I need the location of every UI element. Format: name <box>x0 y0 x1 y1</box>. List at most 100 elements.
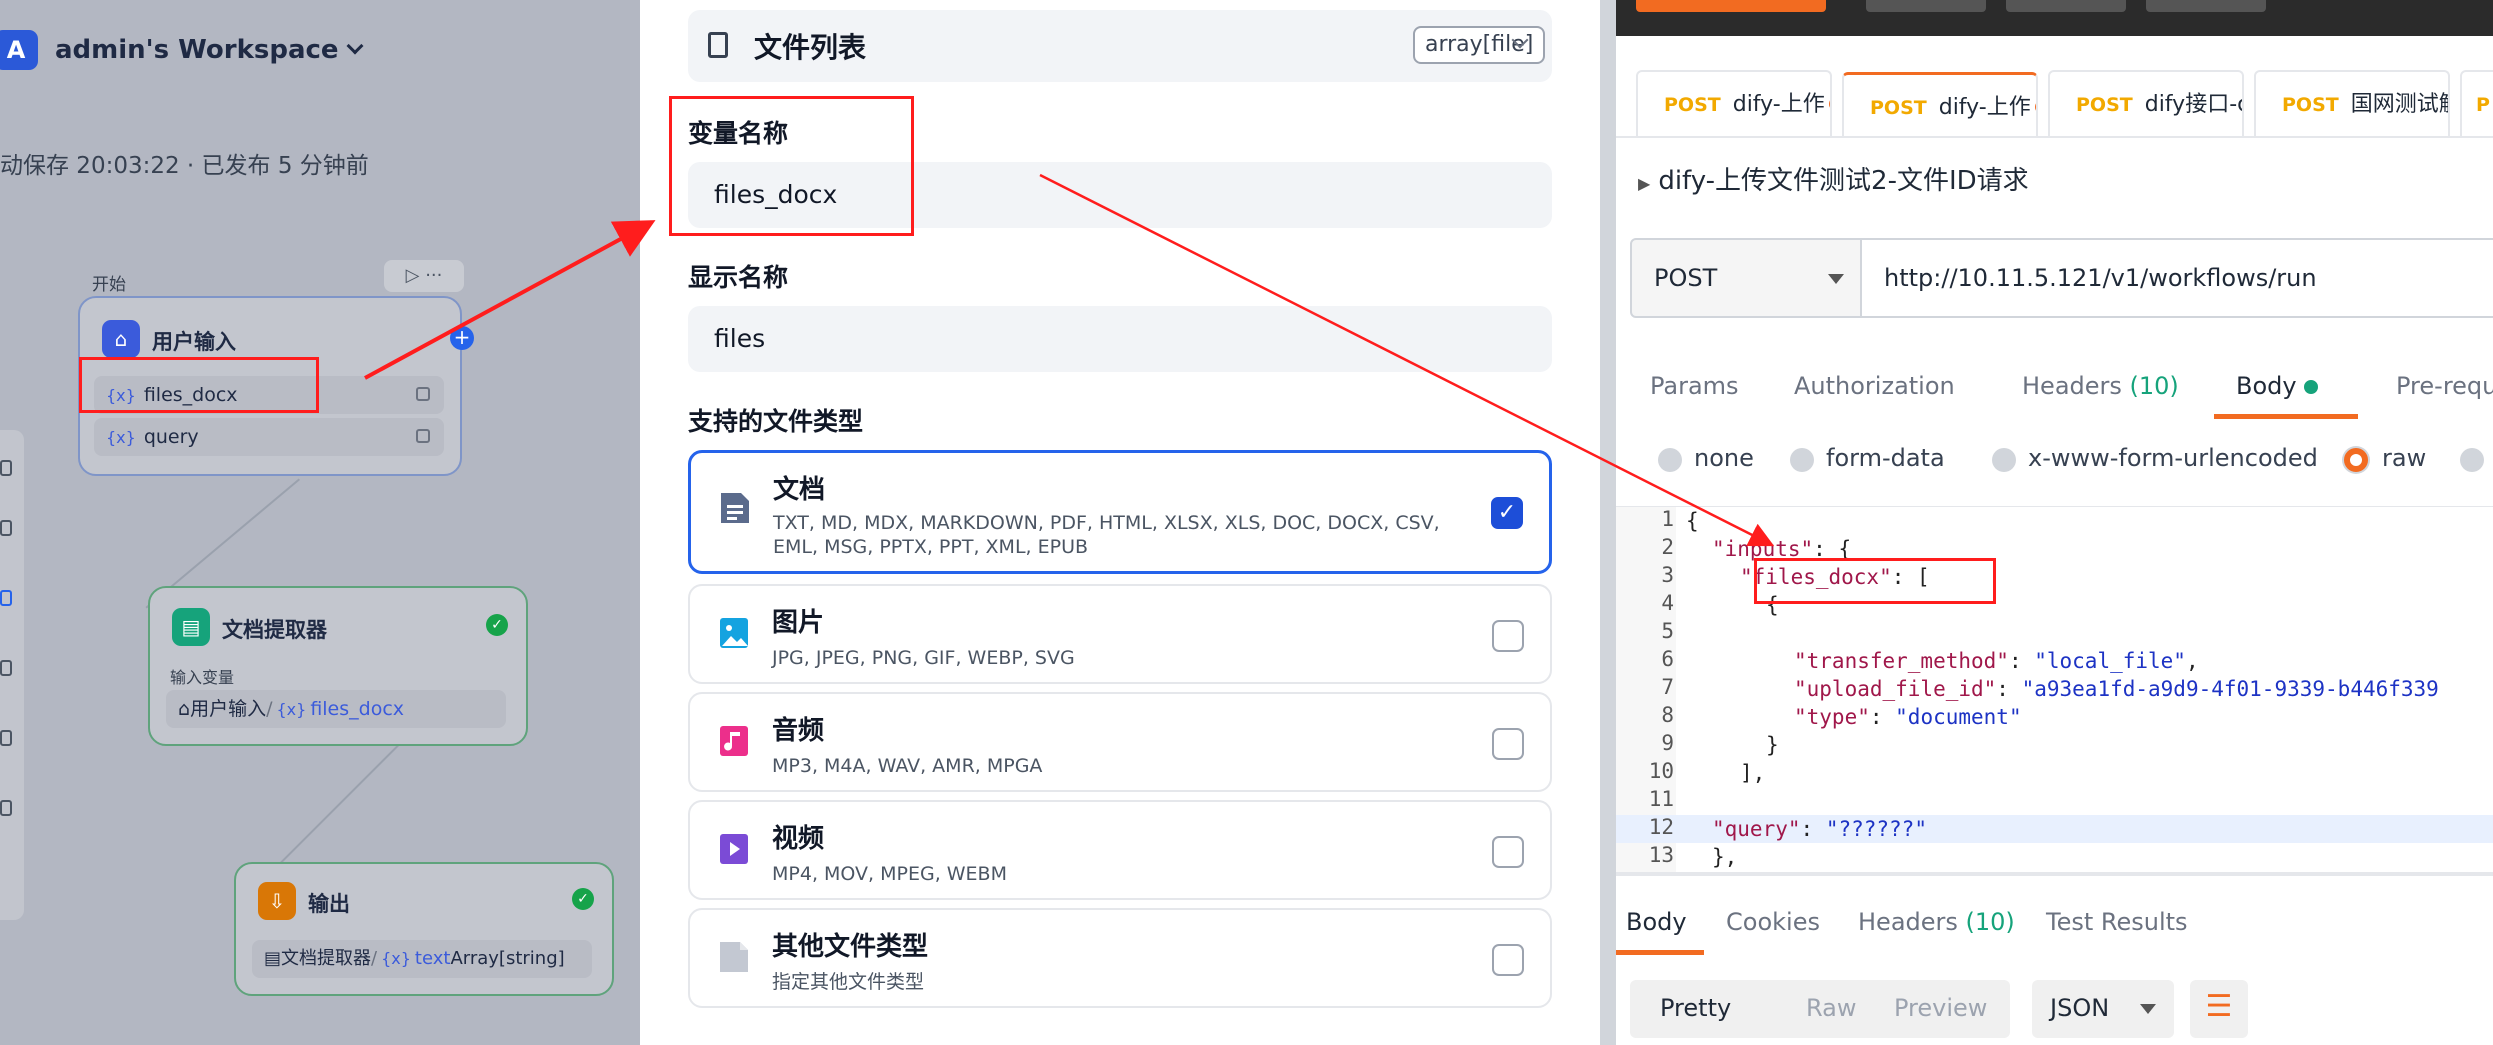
resp-tab-body[interactable]: Body <box>1626 908 1687 936</box>
line-number: 7 <box>1661 675 1674 699</box>
file-type-checkbox[interactable] <box>1492 728 1524 760</box>
radio-form-data[interactable] <box>1790 448 1814 472</box>
output-node[interactable]: ⇩ 输出 ✓ ▤文档提取器/{x} textArray[string] <box>234 862 614 996</box>
resp-tab-test-results[interactable]: Test Results <box>2046 908 2188 936</box>
save-status: 动保存 20:03:22 · 已发布 5 分钟前 <box>0 153 369 179</box>
tab-params[interactable]: Params <box>1650 372 1739 400</box>
variable-icon: {x} <box>106 428 136 447</box>
display-name-input[interactable] <box>688 306 1552 372</box>
line-number: 8 <box>1661 703 1674 727</box>
success-icon: ✓ <box>486 614 508 636</box>
resp-headers-label: Headers <box>1858 908 1958 936</box>
request-tab[interactable]: P <box>2460 70 2493 136</box>
tab-label: dify接口-ch <box>2144 92 2242 117</box>
workspace-avatar[interactable]: A <box>0 30 38 70</box>
url-input[interactable] <box>1862 238 2493 318</box>
tab-authorization[interactable]: Authorization <box>1794 372 1955 400</box>
code-line: }, <box>1712 845 1738 869</box>
document-icon <box>721 493 749 523</box>
request-tab[interactable]: POST dify-上作 <box>1636 70 1832 136</box>
file-type-desc: TXT, MD, MDX, MARKDOWN, PDF, HTML, XLSX,… <box>773 512 1440 558</box>
radio-form-data-label: form-data <box>1826 444 1945 472</box>
resp-tab-cookies[interactable]: Cookies <box>1726 908 1820 936</box>
line-number: 3 <box>1661 563 1674 587</box>
request-tab[interactable]: POST 国网测试触 <box>2254 70 2450 136</box>
unsaved-dot-icon <box>1828 97 1830 111</box>
request-tab-active[interactable]: POST dify-上作 <box>1842 72 2038 138</box>
view-pretty[interactable]: Pretty <box>1660 994 1731 1022</box>
output-ref[interactable]: ▤文档提取器/{x} textArray[string] <box>252 940 592 978</box>
file-type-checkbox[interactable] <box>1492 620 1524 652</box>
field-type-selector[interactable]: 文件列表 array[file] <box>688 10 1552 82</box>
radio-binary[interactable] <box>2460 448 2484 472</box>
tab-label: 国网测试触 <box>2350 92 2450 117</box>
radio-urlencoded[interactable] <box>1992 448 2016 472</box>
file-type-video[interactable]: 视频 MP4, MOV, MPEG, WEBM <box>688 800 1552 900</box>
highlight-start-var <box>79 357 319 413</box>
layout-icon[interactable] <box>0 800 12 816</box>
file-type-image[interactable]: 图片 JPG, JPEG, PNG, GIF, WEBP, SVG <box>688 584 1552 684</box>
wrap-lines-icon[interactable]: ☰ <box>2190 980 2248 1038</box>
method-select[interactable]: POST <box>1630 238 1862 318</box>
body-editor[interactable]: 1 2 3 4 5 6 7 8 9 10 11 12 13 { "inputs"… <box>1616 506 2493 872</box>
run-icon[interactable]: ▷ <box>406 265 420 286</box>
file-type-desc: MP3, M4A, WAV, AMR, MPGA <box>772 755 1043 777</box>
extractor-node[interactable]: ▤ 文档提取器 ✓ 输入变量 ⌂用户输入/{x} files_docx <box>148 586 528 746</box>
toolbar-button[interactable] <box>1866 0 1986 12</box>
resp-headers-count: (10) <box>1965 908 2015 936</box>
add-node-icon[interactable]: + <box>450 326 474 350</box>
resp-tab-headers[interactable]: Headers (10) <box>1858 908 2015 936</box>
text-field-icon <box>416 429 430 443</box>
more-icon[interactable]: ··· <box>425 265 442 286</box>
radio-raw-label: raw <box>2382 444 2427 472</box>
workflow-canvas[interactable]: A admin's Workspace 动保存 20:03:22 · 已发布 5… <box>0 0 640 1045</box>
note-icon[interactable] <box>0 660 12 676</box>
resp-active-indicator <box>1616 950 1704 955</box>
file-type-document[interactable]: 文档 TXT, MD, MDX, MARKDOWN, PDF, HTML, XL… <box>688 450 1552 574</box>
file-type-checkbox[interactable]: ✓ <box>1491 497 1523 529</box>
view-raw[interactable]: Raw <box>1806 994 1856 1022</box>
format-select[interactable]: JSON <box>2032 980 2174 1038</box>
pane-divider[interactable] <box>1616 872 2493 876</box>
file-type-other[interactable]: 其他文件类型 指定其他文件类型 <box>688 908 1552 1008</box>
method-value: POST <box>1654 264 1718 292</box>
file-type-checkbox[interactable] <box>1492 836 1524 868</box>
home-icon: ⌂ <box>178 698 191 720</box>
send-button-edge[interactable] <box>1636 0 1826 12</box>
radio-raw[interactable] <box>2344 448 2368 472</box>
highlight-json-key <box>1754 558 1996 604</box>
request-title[interactable]: ▶ dify-上传文件测试2-文件ID请求 <box>1638 160 2029 197</box>
select-icon[interactable] <box>0 590 12 606</box>
toolbar-button[interactable] <box>2006 0 2126 12</box>
file-type-audio[interactable]: 音频 MP3, M4A, WAV, AMR, MPGA <box>688 692 1552 792</box>
hand-icon[interactable] <box>0 520 12 536</box>
tab-headers[interactable]: Headers (10) <box>2022 372 2179 400</box>
workspace-switcher[interactable]: admin's Workspace <box>55 30 364 70</box>
tab-body-label: Body <box>2236 372 2297 400</box>
file-type-name: 其他文件类型 <box>772 932 929 962</box>
tab-method: POST <box>1664 94 1721 116</box>
extractor-input-ref[interactable]: ⌂用户输入/{x} files_docx <box>166 690 506 728</box>
pointer-icon[interactable] <box>0 460 12 476</box>
toolbar-button[interactable] <box>2146 0 2266 12</box>
line-number: 1 <box>1661 507 1674 531</box>
ref-node: 用户输入 <box>190 698 267 720</box>
node-actions[interactable]: ▷ ··· <box>384 260 464 292</box>
radio-none[interactable] <box>1658 448 1682 472</box>
tab-body[interactable]: Body <box>2236 372 2319 400</box>
code-line: "transfer_method": "local_file", <box>1794 649 2199 673</box>
file-type-checkbox[interactable] <box>1492 944 1524 976</box>
output-node-title: 输出 <box>308 892 350 916</box>
view-preview[interactable]: Preview <box>1894 994 1987 1022</box>
extractor-node-title: 文档提取器 <box>222 618 327 642</box>
request-tab[interactable]: POST dify接口-ch <box>2048 70 2244 136</box>
audio-icon <box>720 726 748 756</box>
tab-label: dify-上作 <box>1732 92 1825 117</box>
tab-pre-request[interactable]: Pre-request <box>2396 372 2493 400</box>
export-icon[interactable] <box>0 730 12 746</box>
ref-var: files_docx <box>310 698 405 720</box>
field-type-badge: array[file] <box>1413 26 1546 64</box>
tab-method: POST <box>1870 97 1927 119</box>
start-var-query[interactable]: {x} query <box>94 418 444 456</box>
code-line: "type": "document" <box>1794 705 2022 729</box>
